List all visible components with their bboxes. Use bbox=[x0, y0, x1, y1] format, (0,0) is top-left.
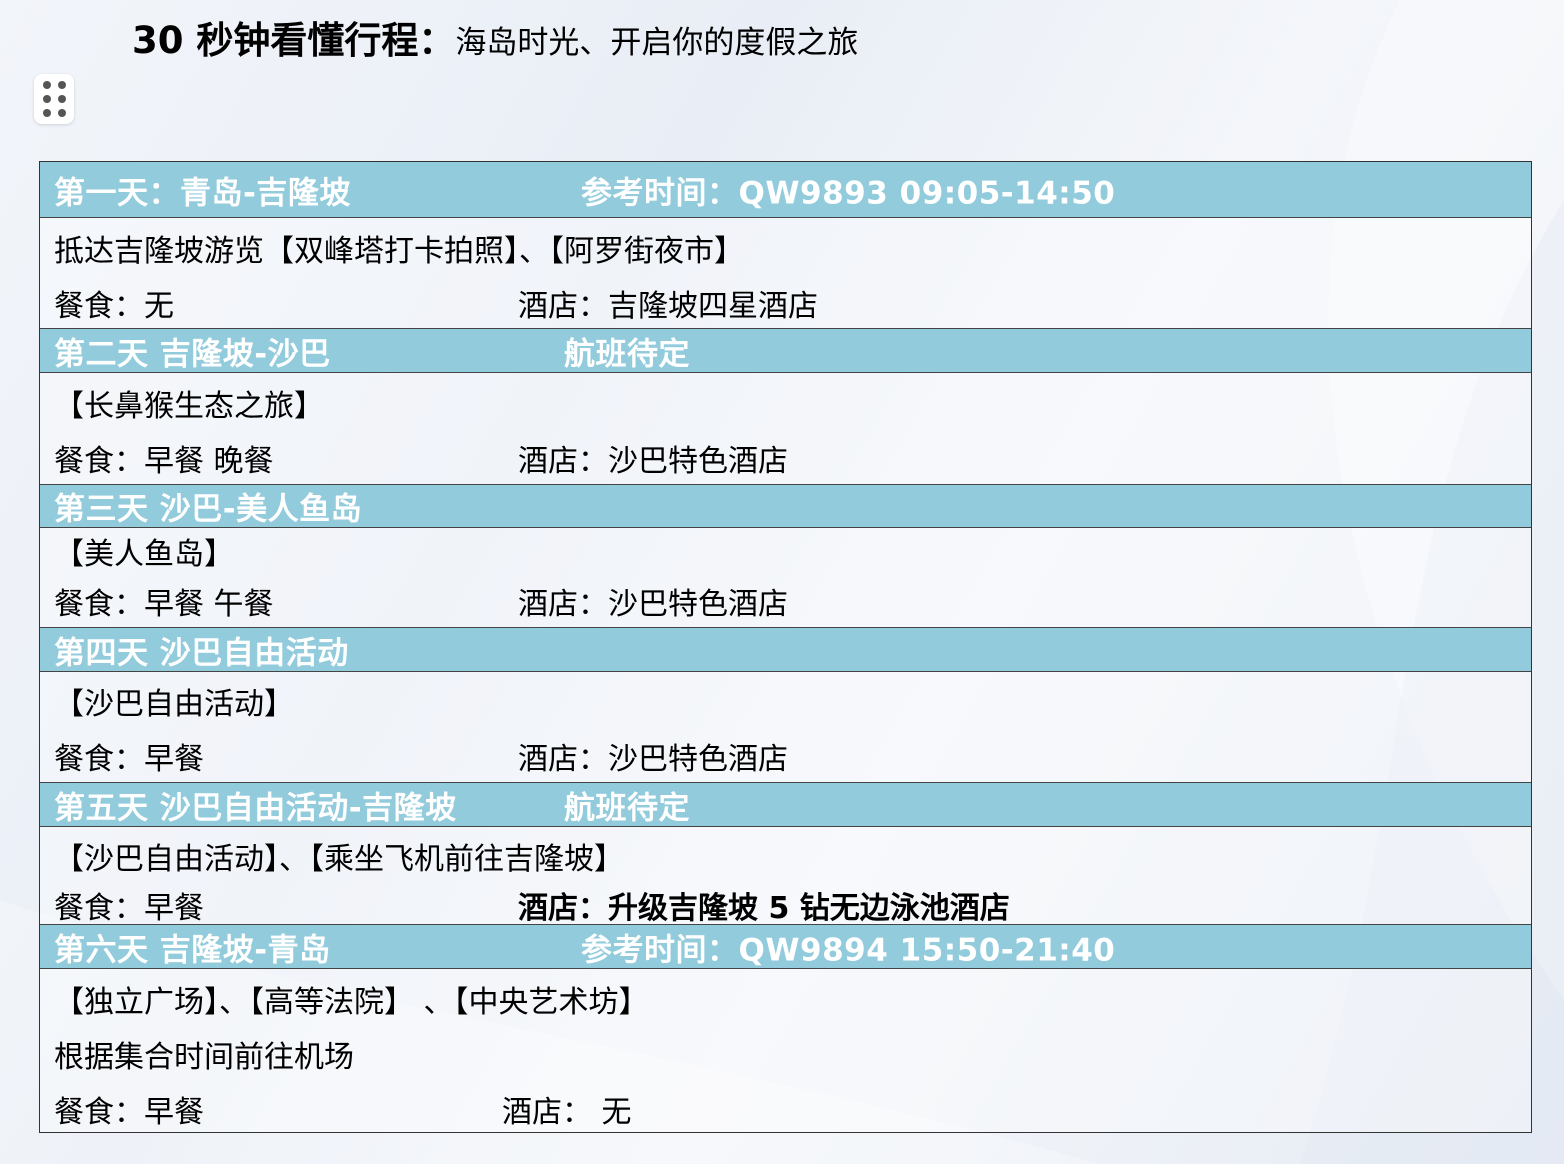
drag-handle-icon[interactable] bbox=[34, 74, 74, 124]
day-activity: 【独立广场】、【高等法院】 、【中央艺术坊】 bbox=[54, 985, 649, 1020]
flight-info: 航班待定 bbox=[564, 336, 690, 372]
day-meal: 餐食：早餐 晚餐 bbox=[54, 444, 274, 479]
day-meal: 餐食：早餐 bbox=[54, 891, 204, 926]
day-hotel: 酒店： 无 bbox=[502, 1095, 632, 1130]
day-hotel: 酒店：吉隆坡四星酒店 bbox=[518, 289, 818, 324]
day-hotel: 酒店：沙巴特色酒店 bbox=[518, 444, 788, 479]
day-header-3: 第三天 沙巴-美人鱼岛 bbox=[40, 484, 1531, 528]
day-title: 第二天 吉隆坡-沙巴 bbox=[54, 336, 331, 372]
day-title: 第一天：青岛-吉隆坡 bbox=[54, 175, 351, 211]
day-hotel: 酒店：升级吉隆坡 5 钻无边泳池酒店 bbox=[518, 891, 1010, 926]
title-bold: 30 秒钟看懂行程： bbox=[132, 19, 456, 62]
day-title: 第六天 吉隆坡-青岛 bbox=[54, 932, 331, 968]
day-activity: 【沙巴自由活动】、【乘坐飞机前往吉隆坡】 bbox=[54, 842, 624, 877]
day-activity: 【美人鱼岛】 bbox=[54, 537, 234, 572]
day-header-6: 第六天 吉隆坡-青岛 参考时间：QW9894 15:50-21:40 bbox=[40, 924, 1531, 969]
day-activity: 【沙巴自由活动】 bbox=[54, 687, 294, 722]
page-title: 30 秒钟看懂行程： 海岛时光、开启你的度假之旅 bbox=[132, 10, 859, 62]
day-header-2: 第二天 吉隆坡-沙巴 航班待定 bbox=[40, 328, 1531, 373]
itinerary-table: 第一天：青岛-吉隆坡 参考时间：QW9893 09:05-14:50 抵达吉隆坡… bbox=[39, 161, 1532, 1133]
day-header-1: 第一天：青岛-吉隆坡 参考时间：QW9893 09:05-14:50 bbox=[40, 162, 1531, 218]
flight-info: 参考时间：QW9893 09:05-14:50 bbox=[581, 175, 1116, 211]
day-activity: 根据集合时间前往机场 bbox=[54, 1040, 354, 1075]
day-meal: 餐食：早餐 bbox=[54, 742, 204, 777]
day-title: 第四天 沙巴自由活动 bbox=[54, 635, 349, 671]
day-meal: 餐食：早餐 bbox=[54, 1095, 204, 1130]
day-header-4: 第四天 沙巴自由活动 bbox=[40, 627, 1531, 672]
day-hotel: 酒店：沙巴特色酒店 bbox=[518, 587, 788, 622]
title-subtitle: 海岛时光、开启你的度假之旅 bbox=[455, 25, 859, 61]
day-meal: 餐食：早餐 午餐 bbox=[54, 587, 274, 622]
day-title: 第五天 沙巴自由活动-吉隆坡 bbox=[54, 790, 457, 826]
day-activity: 【长鼻猴生态之旅】 bbox=[54, 389, 324, 424]
day-header-5: 第五天 沙巴自由活动-吉隆坡 航班待定 bbox=[40, 782, 1531, 827]
day-activity: 抵达吉隆坡游览【双峰塔打卡拍照】、【阿罗街夜市】 bbox=[54, 234, 744, 269]
day-hotel: 酒店：沙巴特色酒店 bbox=[518, 742, 788, 777]
day-title: 第三天 沙巴-美人鱼岛 bbox=[54, 491, 363, 528]
day-meal: 餐食：无 bbox=[54, 289, 174, 324]
flight-info: 航班待定 bbox=[564, 790, 690, 826]
flight-info: 参考时间：QW9894 15:50-21:40 bbox=[581, 932, 1116, 968]
